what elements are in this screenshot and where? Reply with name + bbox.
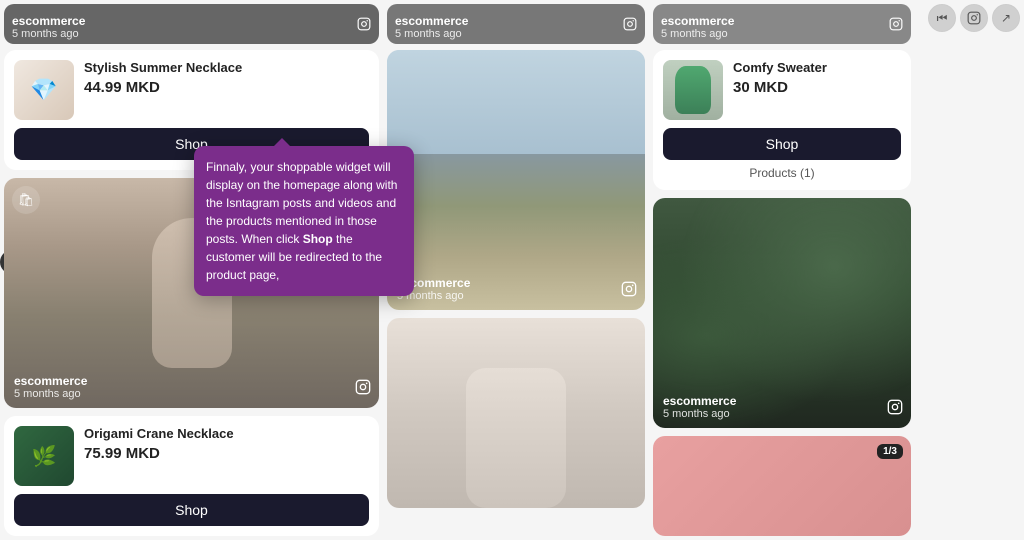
username: escommerce [661, 14, 734, 28]
instagram-button[interactable] [960, 4, 988, 32]
instagram-icon [355, 379, 371, 400]
username: escommerce [663, 394, 736, 408]
shop-button-sweater[interactable]: Shop [663, 128, 901, 160]
product-name: Stylish Summer Necklace [84, 60, 369, 77]
right-column: Comfy Sweater 30 MKD Shop Products (1) e… [653, 50, 911, 536]
post-info: escommerce 5 months ago [14, 374, 87, 400]
top-post-left[interactable]: escommerce 5 months ago [4, 4, 379, 44]
share-button[interactable]: ↗ [992, 4, 1020, 32]
post-card-pink[interactable]: 1/3 [653, 436, 911, 536]
post-card-forest[interactable]: escommerce 5 months ago [653, 198, 911, 428]
username: escommerce [14, 374, 87, 388]
product-price: 30 MKD [733, 79, 901, 96]
timestamp: 5 months ago [395, 28, 468, 40]
product-row: 💎 Stylish Summer Necklace 44.99 MKD [14, 60, 369, 120]
bag-icon-overlay: 🛍 [12, 186, 40, 214]
post-card-sitting[interactable] [387, 318, 645, 508]
instagram-icon [621, 281, 637, 302]
post-info: escommerce 5 months ago [12, 14, 85, 40]
left-column: 💎 Stylish Summer Necklace 44.99 MKD Shop… [4, 50, 379, 536]
top-post-mid[interactable]: escommerce 5 months ago [387, 4, 645, 44]
post-info: escommerce 5 months ago [663, 394, 736, 420]
product-price: 44.99 MKD [84, 79, 369, 96]
shop-button-crane[interactable]: Shop [14, 494, 369, 526]
thumb-image [663, 60, 723, 120]
username: escommerce [395, 14, 468, 28]
product-name: Comfy Sweater [733, 60, 901, 77]
product-thumbnail [663, 60, 723, 120]
product-name: Origami Crane Necklace [84, 426, 369, 443]
tooltip-bold: Shop [303, 232, 333, 246]
product-thumbnail: 🌿 [14, 426, 74, 486]
thumb-image: 💎 [14, 60, 74, 120]
timestamp: 5 months ago [661, 28, 734, 40]
main-area: 💎 Stylish Summer Necklace 44.99 MKD Shop… [0, 50, 1024, 540]
timestamp: 5 months ago [663, 408, 736, 420]
product-info-text: Comfy Sweater 30 MKD [733, 60, 901, 96]
products-link[interactable]: Products (1) [663, 166, 901, 180]
tooltip: Finnaly, your shoppable widget will disp… [194, 146, 414, 296]
product-thumbnail: 💎 [14, 60, 74, 120]
product-card-crane: 🌿 Origami Crane Necklace 75.99 MKD Shop [4, 416, 379, 536]
post-info: escommerce 5 months ago [395, 14, 468, 40]
rewind-button[interactable]: ⏮ [928, 4, 956, 32]
instagram-icon [623, 17, 637, 36]
username: escommerce [12, 14, 85, 28]
product-row: 🌿 Origami Crane Necklace 75.99 MKD [14, 426, 369, 486]
product-info-text: Stylish Summer Necklace 44.99 MKD [84, 60, 369, 96]
badge-counter: 1/3 [877, 444, 903, 459]
top-right-controls: ⏮ ↗ [928, 4, 1020, 32]
top-row: escommerce 5 months ago escommerce 5 mon… [0, 0, 1024, 44]
instagram-icon [967, 11, 981, 25]
instagram-icon [887, 399, 903, 420]
thumb-image: 🌿 [14, 426, 74, 486]
instagram-icon [357, 17, 371, 36]
top-post-right[interactable]: escommerce 5 months ago [653, 4, 911, 44]
tooltip-arrow [274, 138, 290, 146]
timestamp: 5 months ago [14, 388, 87, 400]
post-info: escommerce 5 months ago [661, 14, 734, 40]
timestamp: 5 months ago [12, 28, 85, 40]
product-price: 75.99 MKD [84, 445, 369, 462]
post-card-outdoor[interactable]: escommerce 5 months ago [387, 50, 645, 310]
product-row: Comfy Sweater 30 MKD [663, 60, 901, 120]
product-card-sweater: Comfy Sweater 30 MKD Shop Products (1) [653, 50, 911, 190]
instagram-icon [889, 17, 903, 36]
mid-column: escommerce 5 months ago [387, 50, 645, 536]
product-info-text: Origami Crane Necklace 75.99 MKD [84, 426, 369, 462]
